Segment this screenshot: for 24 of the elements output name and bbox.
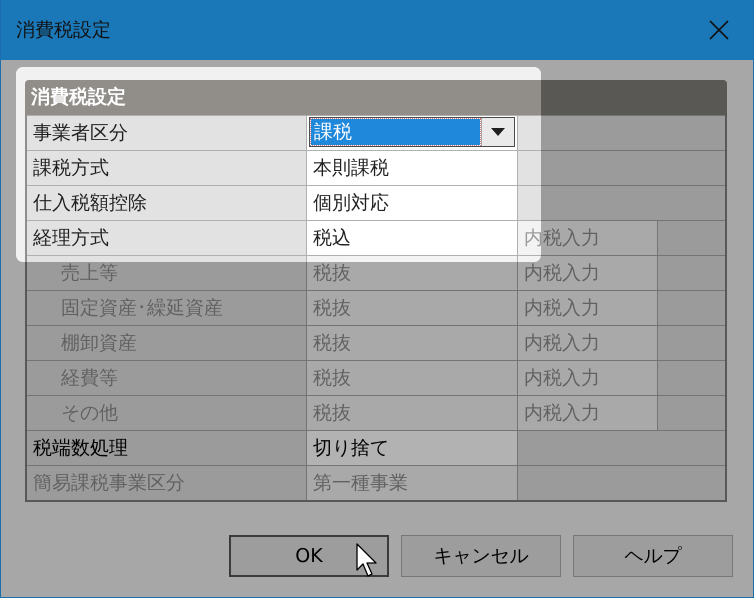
table-cell: 内税入力 (517, 396, 657, 430)
dialog-button[interactable]: キャンセル (401, 535, 561, 577)
value-cell: 税抜 (306, 291, 517, 325)
value-cell: 税抜 (306, 396, 517, 430)
dialog-button[interactable]: ヘルプ (573, 535, 733, 577)
close-icon[interactable] (709, 20, 729, 40)
table-cell: 内税入力 (517, 326, 657, 360)
dropdown-field[interactable]: 課税 (309, 117, 515, 147)
dropdown-arrow-icon[interactable] (490, 127, 506, 137)
table-cell: 内税入力 (517, 221, 657, 255)
value-cell[interactable]: 本則課税 (306, 151, 517, 185)
value-cell[interactable]: 切り捨て (306, 431, 517, 465)
value-cell: 税抜 (306, 256, 517, 290)
value-cell: 税抜 (306, 361, 517, 395)
table-cell: 内税入力 (517, 256, 657, 290)
window-title: 消費税設定 (16, 18, 111, 43)
table-cell: 内税入力 (517, 291, 657, 325)
table-cell: 内税入力 (517, 361, 657, 395)
table-header: 消費税設定 (25, 80, 727, 115)
value-cell[interactable]: 個別対応 (306, 186, 517, 220)
value-cell: 第一種事業 (306, 466, 517, 500)
value-cell: 税抜 (306, 326, 517, 360)
value-cell[interactable]: 税込 (306, 221, 517, 255)
dialog-button[interactable]: OK (229, 535, 389, 577)
